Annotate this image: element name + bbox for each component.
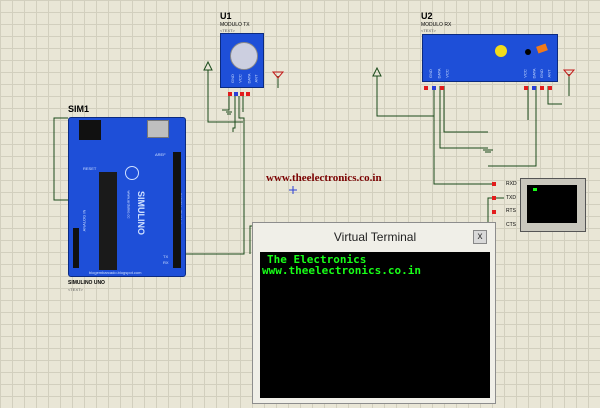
u2-text: <TEXT>: [421, 28, 436, 33]
sim1-brand: SIMULINO: [136, 191, 146, 235]
sim1-name: SIMULINO UNO: [68, 280, 105, 286]
u2-pin-marker: [432, 86, 436, 90]
close-icon[interactable]: x: [473, 230, 487, 244]
u1-ref: U1: [220, 11, 232, 21]
u2-pin-gnd2: GND: [538, 69, 544, 78]
u1-tx-module[interactable]: GND VCC DATA ANT: [220, 33, 264, 88]
sim1-site: www.arduino.cc: [126, 190, 132, 219]
sim1-footer: blogembarcado.blogspot.com: [89, 270, 142, 275]
rx-coil-icon: [495, 45, 507, 57]
u1-pin-gnd: GND: [229, 74, 235, 83]
u2-pin-data: DATA: [436, 68, 442, 79]
term-pin-rxd: RXD: [506, 181, 517, 187]
sim1-rx-label: RX: [163, 260, 169, 265]
u2-pin-gnd: GND: [427, 69, 433, 78]
simulino-logo-icon: [125, 166, 139, 180]
u2-ref: U2: [421, 11, 433, 21]
sim1-reset-label: RESET: [83, 166, 97, 171]
power-jack-icon: [79, 120, 101, 140]
usb-port-icon: [147, 120, 169, 138]
term-pin-cts: CTS: [506, 222, 516, 228]
term-pin-rts: RTS: [506, 208, 516, 214]
u2-pin-vcc2: VCC: [522, 69, 528, 78]
terminal-symbol-screen: [527, 185, 577, 223]
tx-crystal-icon: [230, 42, 258, 70]
u2-pin-data2: DATA: [531, 68, 537, 79]
u1-pin-marker: [240, 92, 244, 96]
term-pin-marker: [492, 182, 496, 186]
sim1-tx-label: TX: [163, 254, 169, 259]
u1-pin-marker: [246, 92, 250, 96]
u2-pin-marker: [540, 86, 544, 90]
term-pin-marker: [492, 210, 496, 214]
u2-pin-ant: ANT: [546, 69, 552, 78]
virtual-terminal-window[interactable]: Virtual Terminal x The Electronics www.t…: [252, 222, 496, 404]
u1-pin-data: DATA: [246, 73, 252, 84]
u2-pin-marker: [532, 86, 536, 90]
u2-rx-module[interactable]: GND DATA VCC VCC DATA GND ANT: [422, 34, 558, 82]
u2-pin-marker: [548, 86, 552, 90]
u2-pin-vcc: VCC: [444, 69, 450, 78]
terminal-line: www.theelectronics.co.in: [262, 264, 421, 277]
analog-header: [73, 228, 79, 268]
u2-pin-marker: [524, 86, 528, 90]
u1-pin-ant: ANT: [253, 74, 259, 83]
terminal-symbol[interactable]: [520, 178, 586, 232]
u1-pin-marker: [228, 92, 232, 96]
u2-pin-marker: [424, 86, 428, 90]
sim1-ref: SIM1: [68, 104, 90, 114]
mcu-chip-icon: [99, 172, 117, 270]
u1-pin-marker: [234, 92, 238, 96]
virtual-terminal-title: Virtual Terminal: [333, 230, 417, 244]
sim1-analog-label: ANALOG IN: [81, 209, 87, 232]
sim1-aref-label: AREF: [155, 152, 166, 157]
u1-pin-vcc: VCC: [237, 74, 243, 83]
sim1-arduino-board[interactable]: SIMULINO www.arduino.cc blogembarcado.bl…: [68, 117, 186, 277]
terminal-screen[interactable]: The Electronics www.theelectronics.co.in: [260, 252, 490, 398]
cursor-icon: [533, 188, 537, 191]
rx-component-icon: [536, 43, 548, 54]
u2-pin-marker: [440, 86, 444, 90]
sim1-text: <TEXT>: [68, 287, 83, 292]
digital-header: [173, 152, 181, 268]
site-label: www.theelectronics.co.in: [266, 172, 382, 184]
term-pin-marker: [492, 196, 496, 200]
term-pin-txd: TXD: [506, 195, 516, 201]
rx-dot-icon: [525, 49, 531, 55]
